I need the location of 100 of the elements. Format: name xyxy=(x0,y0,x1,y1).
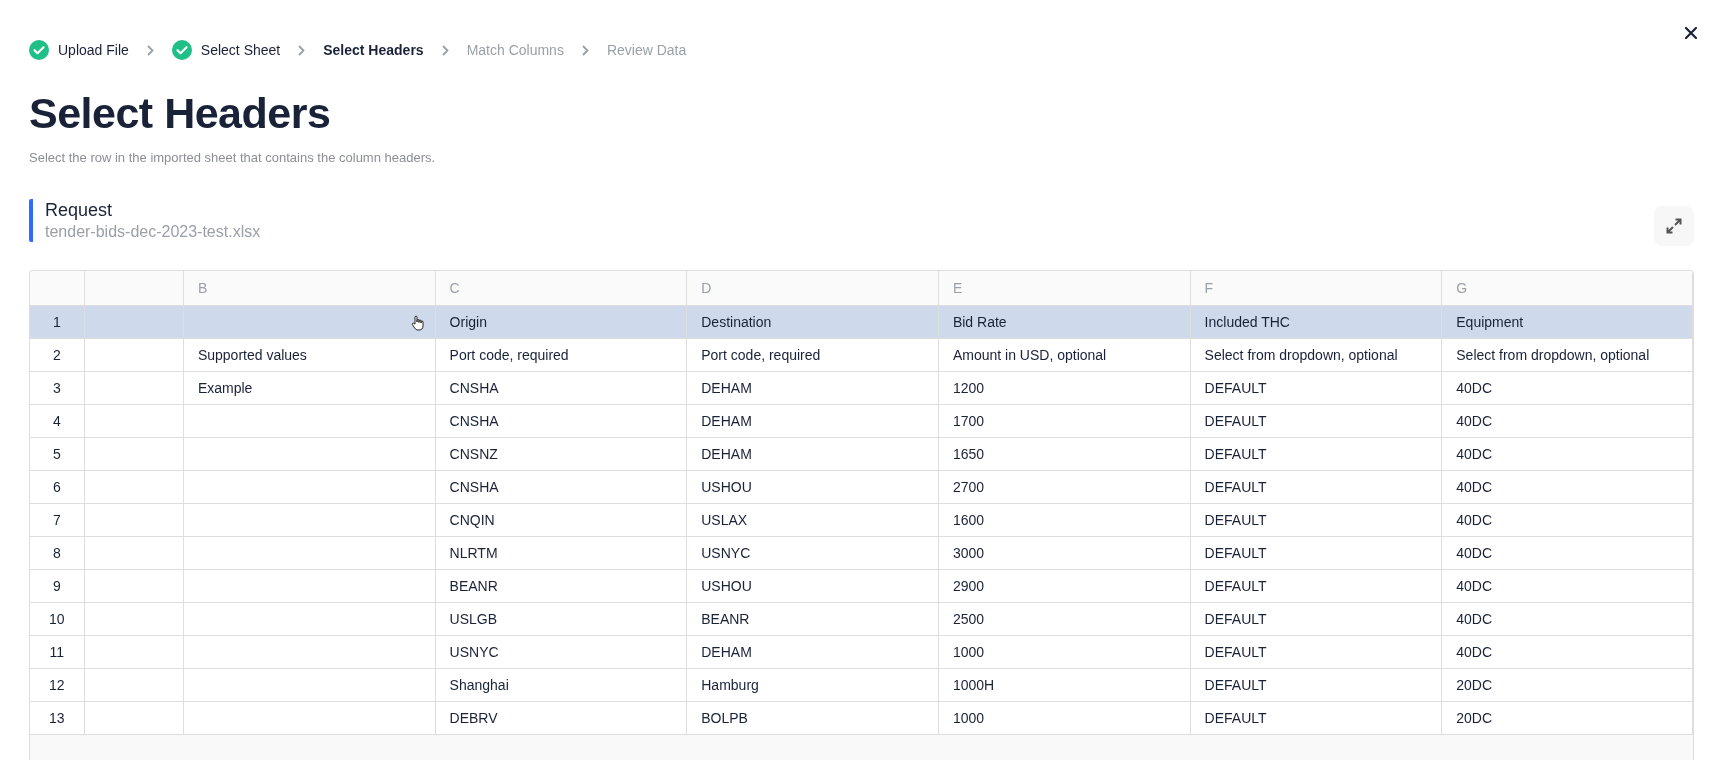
table-cell: BEANR xyxy=(435,569,687,603)
table-cell: DEFAULT xyxy=(1190,404,1442,438)
table-cell: DEBRV xyxy=(435,701,687,735)
step-label: Select Sheet xyxy=(200,42,281,58)
close-button[interactable] xyxy=(1683,25,1699,41)
table-cell: Destination xyxy=(686,305,939,339)
row-number: 2 xyxy=(30,338,85,372)
table-row[interactable]: 12 Shanghai Hamburg 1000H DEFAULT 20DC xyxy=(30,668,1693,702)
step-label: Select Headers xyxy=(323,42,424,58)
table-cell: 1200 xyxy=(938,371,1191,405)
table-cell: DEHAM xyxy=(686,371,939,405)
table-row[interactable]: 11 USNYC DEHAM 1000 DEFAULT 40DC xyxy=(30,635,1693,669)
sheet-name: Request xyxy=(45,200,114,221)
table-cell: 40DC xyxy=(1441,503,1693,537)
table-cell: DEFAULT xyxy=(1190,470,1442,504)
chevron-right-icon xyxy=(298,44,306,56)
table-row[interactable]: 7 CNQIN USLAX 1600 DEFAULT 40DC xyxy=(30,503,1693,537)
table-cell: DEFAULT xyxy=(1190,701,1442,735)
table-cell: Included THC xyxy=(1190,305,1442,339)
table-row[interactable]: 10 USLGB BEANR 2500 DEFAULT 40DC xyxy=(30,602,1693,636)
table-cell: Port code, required xyxy=(435,338,687,372)
table-cell: Select from dropdown, optional xyxy=(1441,338,1693,372)
table-cell: NLRTM xyxy=(435,536,687,570)
table-cell: CNSNZ xyxy=(435,437,687,471)
table-cell: USLGB xyxy=(435,602,687,636)
table-cell: DEFAULT xyxy=(1190,503,1442,537)
table-cell: 1000H xyxy=(938,668,1191,702)
table-cell: 40DC xyxy=(1441,404,1693,438)
step-label: Upload File xyxy=(58,42,129,58)
column-header: E xyxy=(938,271,1191,306)
table-row[interactable]: 5 CNSNZ DEHAM 1650 DEFAULT 40DC xyxy=(30,437,1693,471)
table-cell: 2900 xyxy=(938,569,1191,603)
row-number: 12 xyxy=(30,668,85,702)
table-cell: 40DC xyxy=(1441,569,1693,603)
column-header: C xyxy=(435,271,687,306)
row-number: 1 xyxy=(30,305,85,339)
check-circle-icon xyxy=(29,40,49,60)
table-cell: Shanghai xyxy=(435,668,687,702)
table-cell: 1700 xyxy=(938,404,1191,438)
table-cell: USLAX xyxy=(686,503,939,537)
chevron-right-icon xyxy=(441,44,449,56)
table-cell: 1600 xyxy=(938,503,1191,537)
table-row[interactable]: 8 NLRTM USNYC 3000 DEFAULT 40DC xyxy=(30,536,1693,570)
table-cell: DEFAULT xyxy=(1190,569,1442,603)
table-cell: DEHAM xyxy=(686,635,939,669)
table-cell: 2500 xyxy=(938,602,1191,636)
table-row[interactable]: 13 DEBRV BOLPB 1000 DEFAULT 20DC xyxy=(30,701,1693,735)
table-cell: Select from dropdown, optional xyxy=(1190,338,1442,372)
row-number: 7 xyxy=(30,503,85,537)
table-cell: USHOU xyxy=(686,470,939,504)
row-number: 6 xyxy=(30,470,85,504)
chevron-right-icon xyxy=(581,44,589,56)
close-icon xyxy=(1685,27,1697,39)
page-description: Select the row in the imported sheet that contains the column headers. xyxy=(29,150,437,165)
expand-button[interactable] xyxy=(1654,206,1694,246)
table-cell: Amount in USD, optional xyxy=(938,338,1191,372)
table-cell: DEHAM xyxy=(686,437,939,471)
table-cell: DEFAULT xyxy=(1190,371,1442,405)
table-cell: CNSHA xyxy=(435,404,687,438)
table-cell: 40DC xyxy=(1441,470,1693,504)
chevron-right-icon xyxy=(146,44,154,56)
table-cell: CNQIN xyxy=(435,503,687,537)
table-cell: DEFAULT xyxy=(1190,668,1442,702)
table-cell: USNYC xyxy=(435,635,687,669)
table-cell: Equipment xyxy=(1441,305,1693,339)
table-cell: 40DC xyxy=(1441,635,1693,669)
table-cell: CNSHA xyxy=(435,371,687,405)
table-cell: 20DC xyxy=(1441,668,1693,702)
column-header: F xyxy=(1190,271,1442,306)
row-number: 4 xyxy=(30,404,85,438)
table-cell: BEANR xyxy=(686,602,939,636)
table-cell: Hamburg xyxy=(686,668,939,702)
row-number: 5 xyxy=(30,437,85,471)
table-cell: DEFAULT xyxy=(1190,602,1442,636)
row-number: 9 xyxy=(30,569,85,603)
table-row[interactable]: 6 CNSHA USHOU 2700 DEFAULT 40DC xyxy=(30,470,1693,504)
table-cell: USNYC xyxy=(686,536,939,570)
table-row[interactable]: 2 Supported values Port code, required Port code, required Amount in USD, optional Select from dropdown, optional Select from dropdown, optional xyxy=(30,338,1693,372)
table-cell: 1000 xyxy=(938,635,1191,669)
table-cell: Example xyxy=(183,371,436,405)
table-cell: DEHAM xyxy=(686,404,939,438)
check-circle-icon xyxy=(171,40,192,60)
table-cell: Bid Rate xyxy=(938,305,1191,339)
table-cell: 2700 xyxy=(938,470,1191,504)
table-row[interactable]: 9 BEANR USHOU 2900 DEFAULT 40DC xyxy=(30,569,1693,603)
table-cell: Origin xyxy=(435,305,687,339)
column-header: D xyxy=(686,271,939,306)
expand-icon xyxy=(1666,218,1682,234)
table-cell: BOLPB xyxy=(686,701,939,735)
table-cell: 1650 xyxy=(938,437,1191,471)
table-row[interactable]: 4 CNSHA DEHAM 1700 DEFAULT 40DC xyxy=(30,404,1693,438)
table-cell: DEFAULT xyxy=(1190,635,1442,669)
table-row[interactable]: 3 Example CNSHA DEHAM 1200 DEFAULT 40DC xyxy=(30,371,1693,405)
column-header: G xyxy=(1441,271,1693,306)
step-label: Review Data xyxy=(606,42,687,58)
step-label: Match Columns xyxy=(466,42,564,58)
table-cell: 40DC xyxy=(1441,437,1693,471)
table-cell: 20DC xyxy=(1441,701,1693,735)
file-name: tender-bids-dec-2023-test.xlsx xyxy=(45,223,261,241)
table-row[interactable]: 1 Origin Destination Bid Rate Included THC Equipment xyxy=(30,305,1693,339)
